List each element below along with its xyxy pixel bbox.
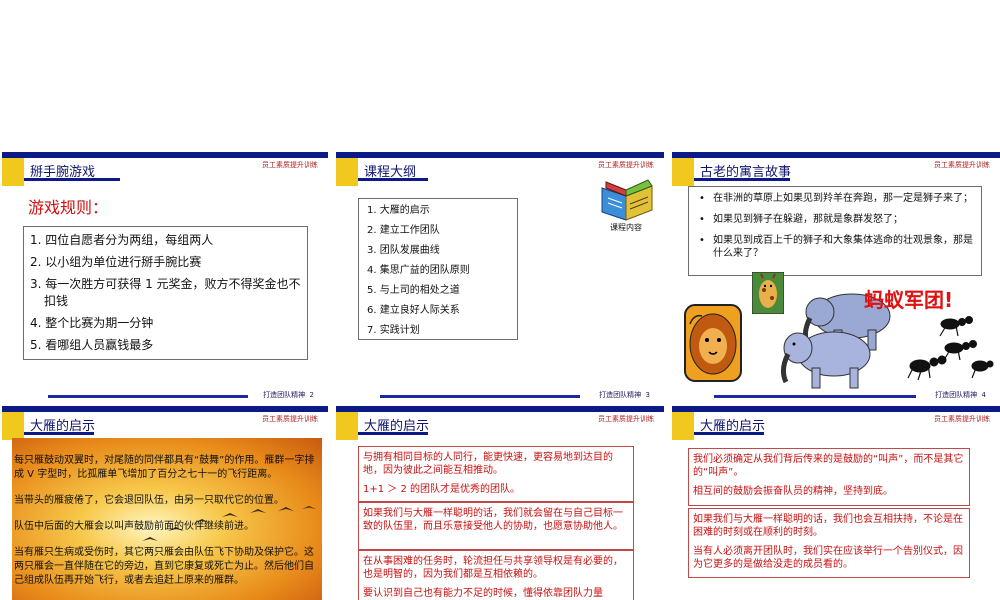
slide-6[interactable]: 大雁的启示 员工素质提升训练 与拥有相同目标的人同行，能更快速，更容易地到达目的… bbox=[336, 406, 664, 600]
slide-title: 大雁的启示 bbox=[30, 419, 96, 434]
book-icon bbox=[601, 179, 653, 221]
geese-paragraph: 当带头的雁疲倦了，它会退回队伍，由另一只取代它的位置。 bbox=[14, 495, 284, 506]
footer-text: 打造团队精神 2 bbox=[263, 390, 314, 400]
lesson-box: 在从事困难的任务时，轮流担任与共享领导权是有必要的，也是明智的，因为我们都是互相… bbox=[358, 550, 634, 600]
outline-item: 1. 大雁的启示 bbox=[367, 205, 430, 216]
footer-text: 打造团队精神 3 bbox=[599, 390, 650, 400]
slide-4[interactable]: 古老的寓言故事 员工素质提升训练 在非洲的草原上如果见到羚羊在奔跑，那一定是狮子… bbox=[672, 152, 1000, 401]
rule-item: 3. 每一次胜方可获得 1 元奖金，败方不得奖金也不扣钱 bbox=[30, 277, 301, 308]
brand-label: 员工素质提升训练 bbox=[934, 161, 990, 169]
lesson-box: 与拥有相同目标的人同行，能更快速，更容易地到达目的地，因为彼此之间能互相推动。 … bbox=[358, 446, 634, 502]
page-number: 2 bbox=[309, 391, 314, 399]
slide-title: 大雁的启示 bbox=[364, 419, 430, 434]
header-bar bbox=[672, 152, 1000, 158]
lesson-text: 相互间的鼓励会振奋队员的精神，坚持到底。 bbox=[693, 486, 893, 497]
page-number: 3 bbox=[645, 391, 650, 399]
geese-paragraph: 每只雁鼓动双翼时，对尾随的同伴都具有“鼓舞”的作用。雁群一字排成 V 字型时，比… bbox=[14, 455, 315, 480]
brand-label: 员工素质提升训练 bbox=[262, 161, 318, 169]
header-tab bbox=[672, 158, 694, 186]
fable-line: 在非洲的草原上如果见到羚羊在奔跑，那一定是狮子来了； bbox=[699, 192, 981, 205]
footer-text: 打造团队精神 4 bbox=[935, 390, 986, 400]
header-bar bbox=[672, 406, 1000, 412]
rule-item: 2. 以小组为单位进行掰手腕比赛 bbox=[30, 255, 202, 269]
outline-item: 7. 实践计划 bbox=[367, 325, 420, 336]
outline-item: 5. 与上司的相处之道 bbox=[367, 285, 460, 296]
header-bar bbox=[336, 152, 664, 158]
footer-label: 打造团队精神 bbox=[263, 391, 306, 399]
lesson-text: 我们必须确定从我们背后传来的是鼓励的“叫声”，而不是其它的“叫声”。 bbox=[693, 454, 964, 478]
lion-icon bbox=[684, 304, 742, 382]
rule-item: 4. 整个比赛为期一分钟 bbox=[30, 316, 154, 330]
lesson-box: 我们必须确定从我们背后传来的是鼓励的“叫声”，而不是其它的“叫声”。 相互间的鼓… bbox=[688, 448, 970, 506]
slide-7[interactable]: 大雁的启示 员工素质提升训练 我们必须确定从我们背后传来的是鼓励的“叫声”，而不… bbox=[672, 406, 1000, 600]
lesson-box: 如果我们与大雁一样聪明的话，我们也会互相扶持，不论是在困难的时刻或在顺利的时刻。… bbox=[688, 508, 970, 578]
outline-box: 1. 大雁的启示 2. 建立工作团队 3. 团队发展曲线 4. 集思广益的团队原… bbox=[358, 198, 518, 340]
header-bar bbox=[2, 406, 328, 412]
footer-label: 打造团队精神 bbox=[935, 391, 978, 399]
footer-line bbox=[714, 395, 916, 398]
lesson-text: 如果我们与大雁一样聪明的话，我们也会互相扶持，不论是在困难的时刻或在顺利的时刻。 bbox=[693, 514, 963, 538]
header-bar bbox=[336, 406, 664, 412]
slide-3[interactable]: 课程大纲 员工素质提升训练 1. 大雁的启示 2. 建立工作团队 3. 团队发展… bbox=[336, 152, 664, 401]
header-tab bbox=[336, 158, 358, 186]
page-number: 4 bbox=[981, 391, 986, 399]
lesson-text: 在从事困难的任务时，轮流担任与共享领导权是有必要的，也是明智的，因为我们都是互相… bbox=[363, 556, 623, 580]
geese-paragraph: 当有雁只生病或受伤时，其它两只雁会由队伍飞下协助及保护它。这两只雁会一直伴随在它… bbox=[14, 547, 314, 586]
rule-item: 5. 看哪组人员赢钱最多 bbox=[30, 338, 154, 352]
lesson-text: 要认识到自己也有能力不足的时候，懂得依靠团队力量 bbox=[363, 588, 603, 599]
footer-line bbox=[380, 395, 580, 398]
outline-item: 2. 建立工作团队 bbox=[367, 225, 440, 236]
brand-label: 员工素质提升训练 bbox=[262, 415, 318, 423]
ant-icon bbox=[907, 316, 994, 381]
footer-label: 打造团队精神 bbox=[599, 391, 642, 399]
geese-text-block: 每只雁鼓动双翼时，对尾随的同伴都具有“鼓舞”的作用。雁群一字排成 V 字型时，比… bbox=[14, 454, 318, 588]
outline-item: 6. 建立良好人际关系 bbox=[367, 305, 460, 316]
slide-title: 古老的寓言故事 bbox=[700, 165, 792, 180]
lesson-text: 如果我们与大雁一样聪明的话，我们就会留在与自己目标一致的队伍里，而且乐意接受他人… bbox=[363, 508, 623, 532]
header-tab bbox=[336, 412, 358, 440]
fable-line: 如果见到成百上千的狮子和大象集体逃命的壮观景象，那是什么来了？ bbox=[699, 234, 981, 260]
lesson-box: 如果我们与大雁一样聪明的话，我们就会留在与自己目标一致的队伍里，而且乐意接受他人… bbox=[358, 502, 634, 550]
rule-item: 1. 四位自愿者分为两组，每组两人 bbox=[30, 233, 214, 247]
slide-2[interactable]: 掰手腕游戏 员工素质提升训练 游戏规则： 1. 四位自愿者分为两组，每组两人 2… bbox=[2, 152, 328, 401]
header-tab bbox=[672, 412, 694, 440]
header-tab bbox=[2, 158, 24, 186]
fable-box: 在非洲的草原上如果见到羚羊在奔跑，那一定是狮子来了； 如果见到狮子在躲避，那就是… bbox=[688, 186, 982, 276]
outline-item: 3. 团队发展曲线 bbox=[367, 245, 440, 256]
book-caption: 课程内容 bbox=[610, 223, 642, 232]
slide-title: 课程大纲 bbox=[364, 165, 417, 180]
lesson-text: 1+1 ＞ 2 的团队才是优秀的团队。 bbox=[363, 484, 521, 495]
brand-label: 员工素质提升训练 bbox=[598, 415, 654, 423]
brand-label: 员工素质提升训练 bbox=[934, 415, 990, 423]
brand-label: 员工素质提升训练 bbox=[598, 161, 654, 169]
header-tab bbox=[2, 412, 24, 440]
fable-line: 如果见到狮子在躲避，那就是象群发怒了； bbox=[699, 213, 981, 226]
header-bar bbox=[2, 152, 328, 158]
lesson-text: 当有人必须离开团队时，我们实在应该举行一个告别仪式，因为它更多的是做给没走的成员… bbox=[693, 546, 963, 570]
footer-line bbox=[48, 395, 248, 398]
slide-title: 大雁的启示 bbox=[700, 419, 766, 434]
slide-5[interactable]: 大雁的启示 员工素质提升训练 每只雁鼓动双翼时，对尾随的同伴都具有“鼓舞”的作用… bbox=[2, 406, 328, 600]
lesson-text: 与拥有相同目标的人同行，能更快速，更容易地到达目的地，因为彼此之间能互相推动。 bbox=[363, 452, 613, 476]
slide-title: 掰手腕游戏 bbox=[30, 165, 96, 180]
outline-item: 4. 集思广益的团队原则 bbox=[367, 265, 470, 276]
geese-paragraph: 队伍中后面的大雁会以叫声鼓励前面的伙伴继续前进。 bbox=[14, 521, 254, 532]
rules-heading: 游戏规则： bbox=[28, 198, 109, 217]
rules-box: 1. 四位自愿者分为两组，每组两人 2. 以小组为单位进行掰手腕比赛 3. 每一… bbox=[23, 226, 308, 360]
